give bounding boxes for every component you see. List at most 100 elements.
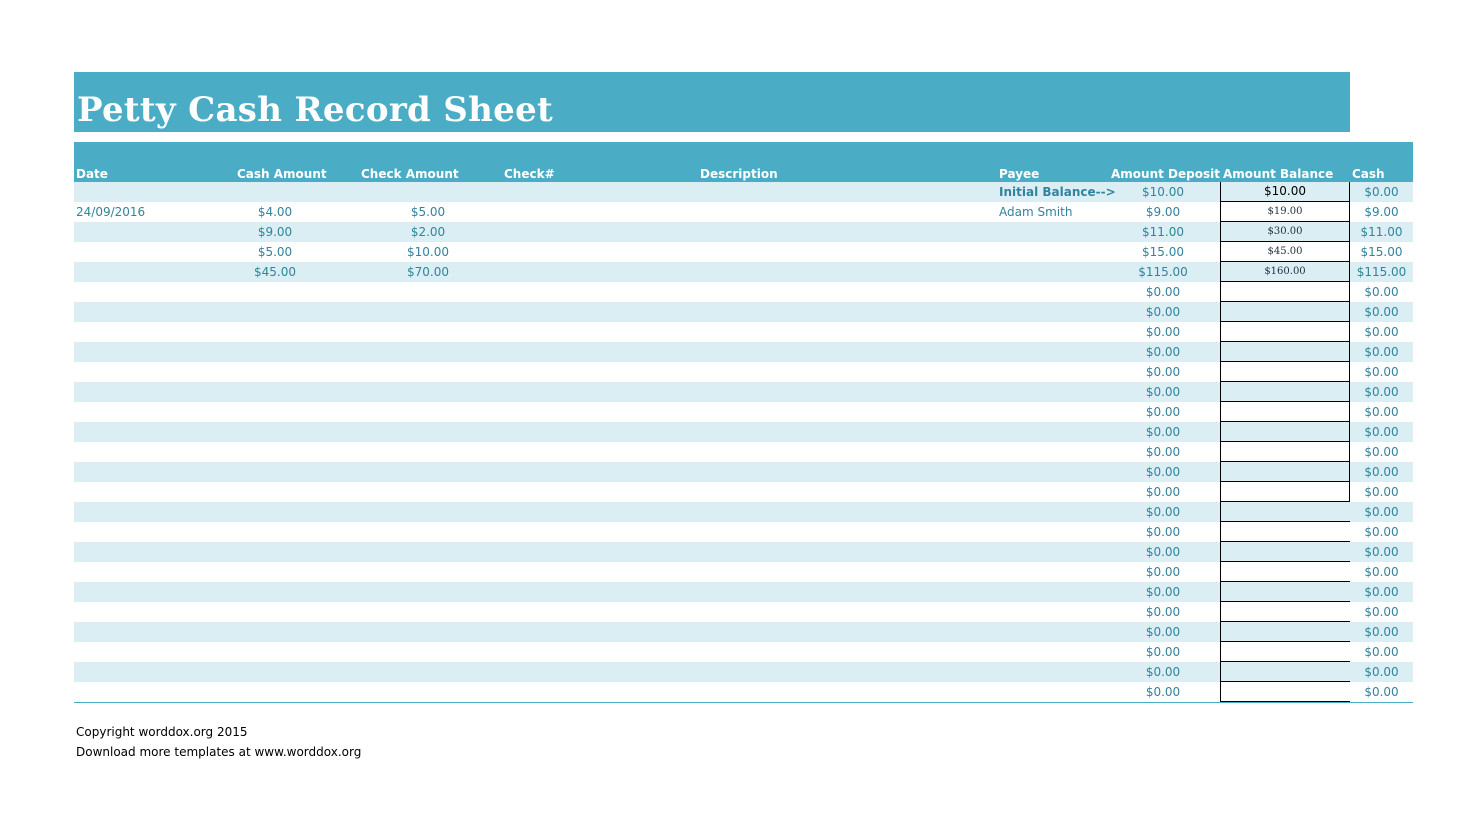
cell-check-number[interactable] [504,462,654,482]
cell-check-number[interactable] [504,282,654,302]
cell-cash-amount[interactable] [224,482,326,502]
cell-amount-balance[interactable] [1220,282,1350,302]
cell-cash-amount[interactable] [224,382,326,402]
cell-payee[interactable] [999,482,1109,502]
cell-check-number[interactable] [504,262,654,282]
cell-cash-amount[interactable] [224,322,326,342]
cell-payee[interactable] [999,682,1109,702]
cell-check-amount[interactable]: $10.00 [374,242,482,262]
cell-date[interactable] [76,322,226,342]
cell-cash-amount[interactable] [224,542,326,562]
cell-description[interactable] [700,282,980,302]
cell-cash-amount[interactable] [224,422,326,442]
cell-amount-balance[interactable] [1220,342,1350,362]
cell-check-amount[interactable] [374,362,482,382]
cell-date[interactable] [76,502,226,522]
cell-description[interactable] [700,442,980,462]
cell-cash-amount[interactable] [224,582,326,602]
cell-amount-deposit[interactable]: $0.00 [1110,382,1216,402]
cell-payee[interactable] [999,522,1109,542]
cell-check-number[interactable] [504,502,654,522]
cell-check-amount[interactable] [374,642,482,662]
cell-cash[interactable]: $0.00 [1350,362,1413,382]
cell-description[interactable] [700,682,980,702]
cell-payee[interactable] [999,362,1109,382]
cell-check-number[interactable] [504,442,654,462]
cell-check-amount[interactable]: $2.00 [374,222,482,242]
cell-amount-balance[interactable] [1220,322,1350,342]
cell-amount-deposit[interactable]: $0.00 [1110,562,1216,582]
cell-check-number[interactable] [504,302,654,322]
cell-cash-amount[interactable]: $45.00 [224,262,326,282]
cell-check-amount[interactable]: $5.00 [374,202,482,222]
cell-date[interactable] [76,342,226,362]
cell-cash-amount[interactable] [224,522,326,542]
cell-amount-balance[interactable] [1220,542,1350,562]
cell-amount-deposit[interactable]: $0.00 [1110,362,1216,382]
cell-check-number[interactable] [504,242,654,262]
cell-cash-amount[interactable] [224,562,326,582]
cell-date[interactable] [76,662,226,682]
cell-check-amount[interactable] [374,462,482,482]
cell-cash[interactable]: $0.00 [1350,402,1413,422]
cell-date[interactable] [76,442,226,462]
cell-date[interactable] [76,582,226,602]
cell-cash[interactable]: $0.00 [1350,302,1413,322]
cell-check-amount[interactable]: $70.00 [374,262,482,282]
cell-cash[interactable]: $0.00 [1350,422,1413,442]
cell-cash[interactable]: $0.00 [1350,282,1413,302]
cell-check-amount[interactable] [374,562,482,582]
cell-cash[interactable]: $0.00 [1350,622,1413,642]
cell-date[interactable] [76,422,226,442]
cell-check-amount[interactable] [374,582,482,602]
cell-amount-deposit[interactable]: $115.00 [1110,262,1216,282]
cell-date[interactable] [76,522,226,542]
cell-cash-amount[interactable] [224,662,326,682]
cell-cash[interactable]: $0.00 [1350,502,1413,522]
cell-check-number[interactable] [504,482,654,502]
cell-description[interactable] [700,242,980,262]
cell-check-amount[interactable] [374,522,482,542]
cell-date[interactable] [76,642,226,662]
cell-date[interactable] [76,302,226,322]
cell-amount-deposit[interactable]: $0.00 [1110,642,1216,662]
cell-cash-amount[interactable] [224,282,326,302]
cell-cash-amount[interactable] [224,402,326,422]
cell-check-amount[interactable] [374,502,482,522]
cell-payee[interactable] [999,222,1109,242]
cell-description[interactable] [700,202,980,222]
cell-check-number[interactable] [504,602,654,622]
cell-description[interactable] [700,302,980,322]
initial-balance-value[interactable]: $10.00 [1220,182,1350,202]
cell-date[interactable] [76,262,226,282]
cell-date[interactable] [76,562,226,582]
cell-description[interactable] [700,422,980,442]
cell-cash-amount[interactable] [224,602,326,622]
cell-description[interactable] [700,662,980,682]
cell-check-number[interactable] [504,522,654,542]
cell-date[interactable] [76,222,226,242]
cell-cash-amount[interactable] [224,502,326,522]
cell-check-amount[interactable] [374,622,482,642]
cell-amount-balance[interactable] [1220,302,1350,322]
cell-check-number[interactable] [504,542,654,562]
cell-check-number[interactable] [504,622,654,642]
cell-date[interactable] [76,602,226,622]
cell-payee[interactable] [999,662,1109,682]
cell-amount-deposit[interactable]: $15.00 [1110,242,1216,262]
cell-cash-amount[interactable] [224,362,326,382]
cell-amount-balance[interactable] [1220,682,1350,702]
cell-amount-balance[interactable] [1220,462,1350,482]
cell-date[interactable] [76,282,226,302]
cell-payee[interactable] [999,642,1109,662]
cell-amount-balance[interactable] [1220,522,1350,542]
cell-cash[interactable]: $0.00 [1350,602,1413,622]
cell-amount-deposit[interactable]: $0.00 [1110,542,1216,562]
cell-description[interactable] [700,582,980,602]
cell-check-number[interactable] [504,402,654,422]
cell-cash[interactable]: $0.00 [1350,522,1413,542]
cell-description[interactable] [700,482,980,502]
cell-cash[interactable]: $0.00 [1350,562,1413,582]
cell-date[interactable]: 24/09/2016 [76,202,226,222]
cell-check-number[interactable] [504,222,654,242]
